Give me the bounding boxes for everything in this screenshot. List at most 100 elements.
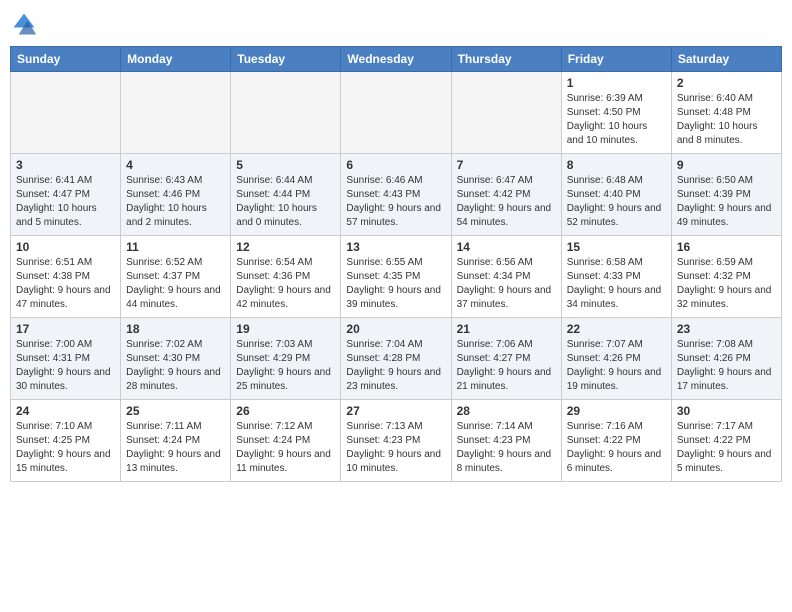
day-info: Sunrise: 6:41 AM Sunset: 4:47 PM Dayligh…: [16, 174, 115, 230]
calendar-cell: 28 Sunrise: 7:14 AM Sunset: 4:23 PM Dayli…: [451, 400, 561, 482]
calendar-week-row: 10 Sunrise: 6:51 AM Sunset: 4:38 PM Dayli…: [11, 236, 782, 318]
day-info: Sunrise: 7:17 AM Sunset: 4:22 PM Dayligh…: [677, 420, 776, 476]
calendar-cell: 8 Sunrise: 6:48 AM Sunset: 4:40 PM Daylig…: [561, 154, 671, 236]
calendar-cell: 12 Sunrise: 6:54 AM Sunset: 4:36 PM Dayli…: [231, 236, 341, 318]
day-info: Sunrise: 6:59 AM Sunset: 4:32 PM Dayligh…: [677, 256, 776, 312]
day-info: Sunrise: 7:13 AM Sunset: 4:23 PM Dayligh…: [346, 420, 445, 476]
day-number: 14: [457, 240, 556, 254]
day-info: Sunrise: 6:50 AM Sunset: 4:39 PM Dayligh…: [677, 174, 776, 230]
day-info: Sunrise: 6:44 AM Sunset: 4:44 PM Dayligh…: [236, 174, 335, 230]
calendar-cell: 14Sunrise: 6:56 AM Sunset: 4:34 PM Dayli…: [451, 236, 561, 318]
day-number: 23: [677, 322, 776, 336]
day-info: Sunrise: 7:04 AM Sunset: 4:28 PM Dayligh…: [346, 338, 445, 394]
day-number: 22: [567, 322, 666, 336]
day-number: 17: [16, 322, 115, 336]
day-info: Sunrise: 6:47 AM Sunset: 4:42 PM Dayligh…: [457, 174, 556, 230]
day-number: 25: [126, 404, 225, 418]
calendar-cell: 3 Sunrise: 6:41 AM Sunset: 4:47 PM Daylig…: [11, 154, 121, 236]
day-number: 16: [677, 240, 776, 254]
calendar-cell: 11 Sunrise: 6:52 AM Sunset: 4:37 PM Dayli…: [121, 236, 231, 318]
calendar-cell: 22 Sunrise: 7:07 AM Sunset: 4:26 PM Dayli…: [561, 318, 671, 400]
page-header: [10, 10, 782, 38]
day-number: 15: [567, 240, 666, 254]
day-number: 7: [457, 158, 556, 172]
day-info: Sunrise: 7:07 AM Sunset: 4:26 PM Dayligh…: [567, 338, 666, 394]
calendar-week-row: 24 Sunrise: 7:10 AM Sunset: 4:25 PM Dayli…: [11, 400, 782, 482]
logo: [10, 10, 42, 38]
logo-icon: [10, 10, 38, 38]
day-number: 30: [677, 404, 776, 418]
day-number: 6: [346, 158, 445, 172]
day-info: Sunrise: 7:11 AM Sunset: 4:24 PM Dayligh…: [126, 420, 225, 476]
calendar-cell: 26 Sunrise: 7:12 AM Sunset: 4:24 PM Dayli…: [231, 400, 341, 482]
day-info: Sunrise: 6:51 AM Sunset: 4:38 PM Dayligh…: [16, 256, 115, 312]
calendar-cell: 5 Sunrise: 6:44 AM Sunset: 4:44 PM Daylig…: [231, 154, 341, 236]
day-info: Sunrise: 6:55 AM Sunset: 4:35 PM Dayligh…: [346, 256, 445, 312]
calendar-cell: 27 Sunrise: 7:13 AM Sunset: 4:23 PM Dayli…: [341, 400, 451, 482]
calendar-cell: 6Sunrise: 6:46 AM Sunset: 4:43 PM Daylig…: [341, 154, 451, 236]
calendar-cell: 13 Sunrise: 6:55 AM Sunset: 4:35 PM Dayli…: [341, 236, 451, 318]
day-info: Sunrise: 6:48 AM Sunset: 4:40 PM Dayligh…: [567, 174, 666, 230]
calendar-cell: 25 Sunrise: 7:11 AM Sunset: 4:24 PM Dayli…: [121, 400, 231, 482]
day-info: Sunrise: 7:14 AM Sunset: 4:23 PM Dayligh…: [457, 420, 556, 476]
calendar-cell: 23Sunrise: 7:08 AM Sunset: 4:26 PM Dayli…: [671, 318, 781, 400]
day-number: 27: [346, 404, 445, 418]
calendar-cell: 20 Sunrise: 7:04 AM Sunset: 4:28 PM Dayli…: [341, 318, 451, 400]
calendar-cell: 4 Sunrise: 6:43 AM Sunset: 4:46 PM Daylig…: [121, 154, 231, 236]
col-header-monday: Monday: [121, 47, 231, 72]
day-number: 11: [126, 240, 225, 254]
day-number: 12: [236, 240, 335, 254]
day-number: 2: [677, 76, 776, 90]
calendar-cell: 15 Sunrise: 6:58 AM Sunset: 4:33 PM Dayli…: [561, 236, 671, 318]
calendar-cell: 9Sunrise: 6:50 AM Sunset: 4:39 PM Daylig…: [671, 154, 781, 236]
day-number: 13: [346, 240, 445, 254]
day-info: Sunrise: 7:12 AM Sunset: 4:24 PM Dayligh…: [236, 420, 335, 476]
calendar-cell: 19 Sunrise: 7:03 AM Sunset: 4:29 PM Dayli…: [231, 318, 341, 400]
day-number: 18: [126, 322, 225, 336]
day-number: 19: [236, 322, 335, 336]
day-number: 24: [16, 404, 115, 418]
calendar-cell: [341, 72, 451, 154]
day-number: 26: [236, 404, 335, 418]
day-number: 5: [236, 158, 335, 172]
calendar-table: SundayMondayTuesdayWednesdayThursdayFrid…: [10, 46, 782, 482]
day-info: Sunrise: 6:43 AM Sunset: 4:46 PM Dayligh…: [126, 174, 225, 230]
day-number: 20: [346, 322, 445, 336]
calendar-week-row: 1Sunrise: 6:39 AM Sunset: 4:50 PM Daylig…: [11, 72, 782, 154]
col-header-saturday: Saturday: [671, 47, 781, 72]
day-number: 28: [457, 404, 556, 418]
calendar-cell: [451, 72, 561, 154]
calendar-cell: 1Sunrise: 6:39 AM Sunset: 4:50 PM Daylig…: [561, 72, 671, 154]
day-number: 4: [126, 158, 225, 172]
day-number: 3: [16, 158, 115, 172]
day-number: 21: [457, 322, 556, 336]
day-info: Sunrise: 7:10 AM Sunset: 4:25 PM Dayligh…: [16, 420, 115, 476]
day-number: 10: [16, 240, 115, 254]
day-number: 29: [567, 404, 666, 418]
calendar-cell: 24 Sunrise: 7:10 AM Sunset: 4:25 PM Dayli…: [11, 400, 121, 482]
day-info: Sunrise: 6:52 AM Sunset: 4:37 PM Dayligh…: [126, 256, 225, 312]
day-number: 8: [567, 158, 666, 172]
calendar-week-row: 3 Sunrise: 6:41 AM Sunset: 4:47 PM Daylig…: [11, 154, 782, 236]
calendar-cell: [11, 72, 121, 154]
col-header-thursday: Thursday: [451, 47, 561, 72]
calendar-cell: [231, 72, 341, 154]
col-header-sunday: Sunday: [11, 47, 121, 72]
calendar-header-row: SundayMondayTuesdayWednesdayThursdayFrid…: [11, 47, 782, 72]
day-info: Sunrise: 7:03 AM Sunset: 4:29 PM Dayligh…: [236, 338, 335, 394]
calendar-cell: 29 Sunrise: 7:16 AM Sunset: 4:22 PM Dayli…: [561, 400, 671, 482]
calendar-cell: 30 Sunrise: 7:17 AM Sunset: 4:22 PM Dayli…: [671, 400, 781, 482]
day-info: Sunrise: 7:00 AM Sunset: 4:31 PM Dayligh…: [16, 338, 115, 394]
col-header-tuesday: Tuesday: [231, 47, 341, 72]
day-info: Sunrise: 7:16 AM Sunset: 4:22 PM Dayligh…: [567, 420, 666, 476]
calendar-cell: 7 Sunrise: 6:47 AM Sunset: 4:42 PM Daylig…: [451, 154, 561, 236]
calendar-cell: 17 Sunrise: 7:00 AM Sunset: 4:31 PM Dayli…: [11, 318, 121, 400]
calendar-week-row: 17 Sunrise: 7:00 AM Sunset: 4:31 PM Dayli…: [11, 318, 782, 400]
day-info: Sunrise: 6:54 AM Sunset: 4:36 PM Dayligh…: [236, 256, 335, 312]
col-header-friday: Friday: [561, 47, 671, 72]
day-info: Sunrise: 6:58 AM Sunset: 4:33 PM Dayligh…: [567, 256, 666, 312]
calendar-cell: 2Sunrise: 6:40 AM Sunset: 4:48 PM Daylig…: [671, 72, 781, 154]
day-info: Sunrise: 7:02 AM Sunset: 4:30 PM Dayligh…: [126, 338, 225, 394]
calendar-cell: [121, 72, 231, 154]
col-header-wednesday: Wednesday: [341, 47, 451, 72]
